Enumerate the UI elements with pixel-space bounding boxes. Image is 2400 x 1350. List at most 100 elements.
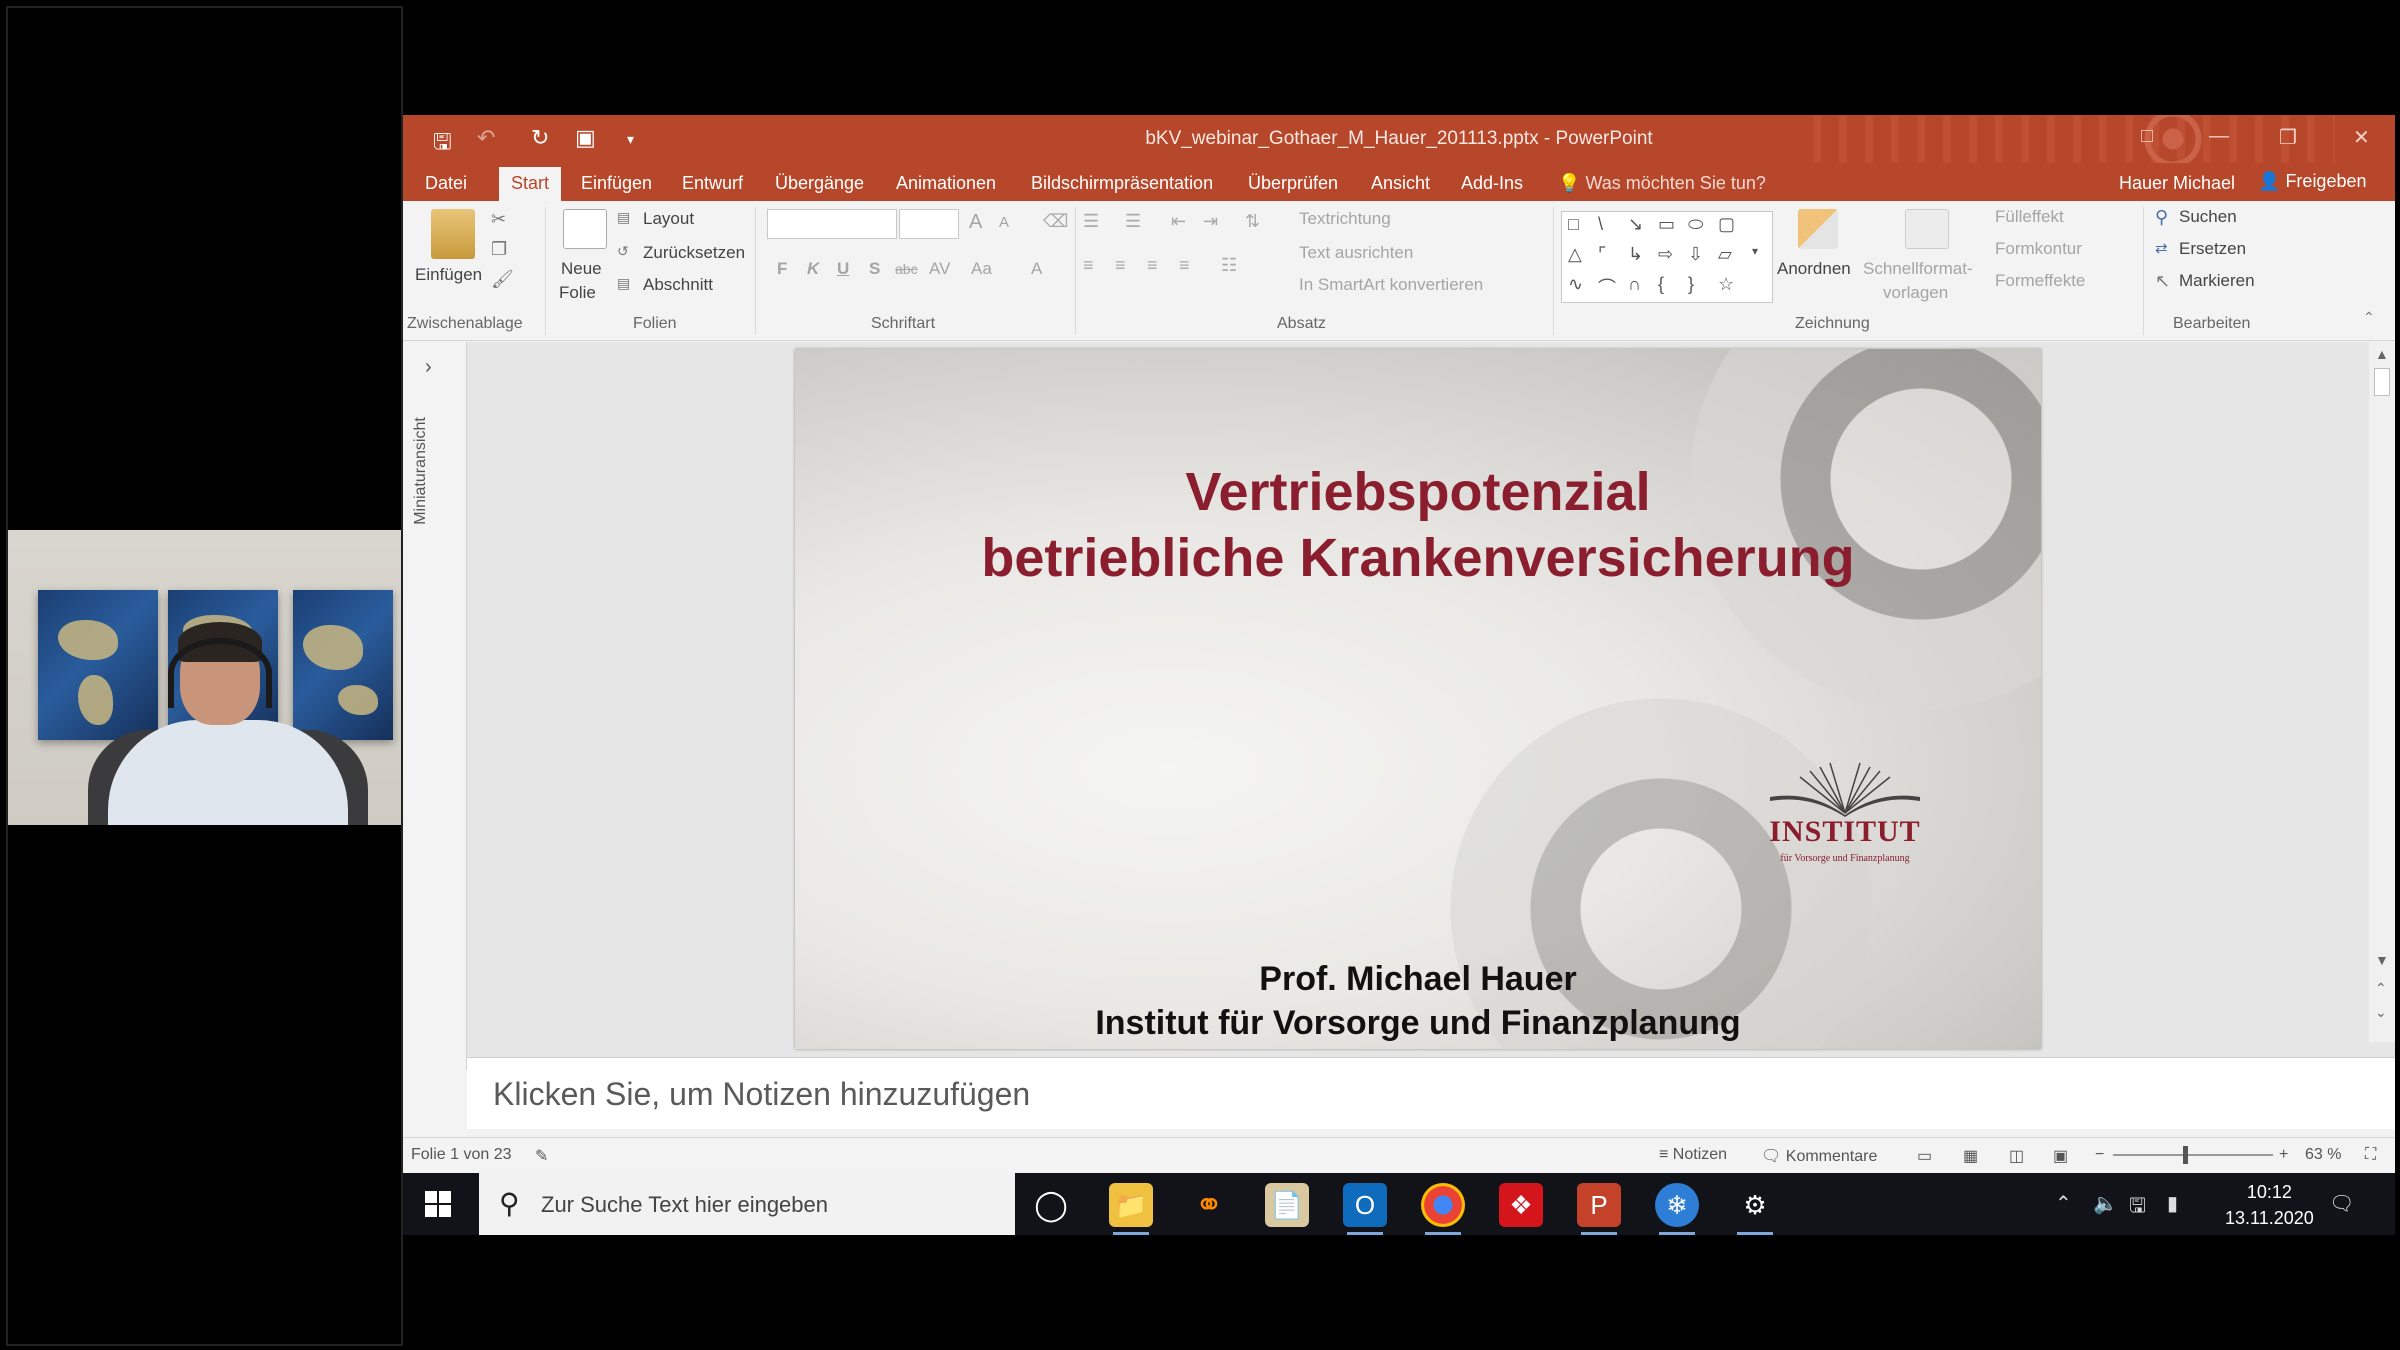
quick-styles-label-2[interactable]: vorlagen — [1883, 283, 1948, 303]
windows-start-icon[interactable] — [425, 1191, 451, 1217]
tab-einfuegen[interactable]: Einfügen — [581, 173, 652, 194]
align-left-icon[interactable]: ≡ — [1083, 255, 1094, 276]
slide-subtitle[interactable]: Prof. Michael Hauer Institut für Vorsorg… — [795, 957, 2041, 1045]
new-slide-label-2[interactable]: Folie — [559, 283, 596, 303]
shadow-button[interactable]: S — [869, 259, 880, 279]
grow-font-button[interactable]: A — [969, 211, 982, 234]
connector-shape-icon[interactable]: ⌜ — [1598, 244, 1606, 265]
next-slide-icon[interactable]: ⌄ — [2375, 1004, 2387, 1021]
text-direction-button[interactable]: Textrichtung — [1299, 209, 1391, 229]
scroll-up-icon[interactable]: ▲ — [2375, 346, 2389, 362]
paste-icon[interactable] — [431, 209, 475, 259]
zoom-slider[interactable] — [2113, 1154, 2273, 1156]
scroll-down-icon[interactable]: ▼ — [2375, 952, 2389, 968]
volume-icon[interactable]: 🔈 — [2093, 1191, 2118, 1216]
freeform-shape-icon[interactable]: ∿ — [1568, 274, 1583, 295]
tab-ueberpruefen[interactable]: Überprüfen — [1248, 173, 1338, 194]
increase-indent-icon[interactable]: ⇥ — [1203, 211, 1218, 232]
numbering-icon[interactable]: ☰ — [1125, 211, 1141, 232]
share-button[interactable]: 👤 Freigeben — [2258, 171, 2367, 192]
font-size-input[interactable] — [899, 209, 959, 239]
underline-button[interactable]: U — [837, 259, 849, 279]
notes-pane[interactable]: Klicken Sie, um Notizen hinzuzufügen — [467, 1057, 2395, 1129]
new-slide-icon[interactable] — [563, 209, 607, 249]
close-icon[interactable]: ✕ — [2353, 125, 2370, 150]
shape-fill-button[interactable]: Fülleffekt — [1995, 207, 2064, 227]
shape-outline-button[interactable]: Formkontur — [1995, 239, 2082, 259]
scroll-thumb[interactable] — [2374, 368, 2390, 396]
triangle-shape-icon[interactable]: △ — [1568, 244, 1582, 265]
char-spacing-button[interactable]: AV — [929, 259, 950, 279]
spellcheck-icon[interactable]: ✎ — [535, 1146, 548, 1166]
tell-me-search[interactable]: 💡 Was möchten Sie tun? — [1558, 173, 1766, 194]
file-explorer-icon[interactable]: 📁 — [1109, 1183, 1153, 1235]
paste-button[interactable]: Einfügen — [415, 265, 482, 285]
shapes-gallery[interactable]: □ \ ↘ ▭ ⬭ ▢ △ ⌜ ↳ ⇨ ⇩ ▱ ∿ ⌒ ∩ { } ☆ ▾ — [1561, 211, 1773, 303]
rectangle-shape-icon[interactable]: ▭ — [1658, 214, 1675, 235]
replace-button[interactable]: Ersetzen — [2179, 239, 2246, 259]
tab-entwurf[interactable]: Entwurf — [682, 173, 743, 194]
justify-icon[interactable]: ≡ — [1179, 255, 1190, 276]
strikethrough-button[interactable]: abc — [895, 261, 918, 277]
clock[interactable]: 10:12 13.11.2020 — [2225, 1179, 2314, 1231]
notes-toggle[interactable]: ≡ Notizen — [1659, 1146, 1727, 1164]
notes-app-icon[interactable]: 📄 — [1265, 1183, 1309, 1227]
bullets-icon[interactable]: ☰ — [1083, 211, 1099, 232]
format-painter-icon[interactable]: 🖌 — [491, 269, 514, 290]
textbox-shape-icon[interactable]: □ — [1568, 214, 1579, 235]
right-arrow-shape-icon[interactable]: ⇨ — [1658, 244, 1673, 265]
arrow-line-shape-icon[interactable]: ↘ — [1628, 214, 1643, 235]
quick-styles-icon[interactable] — [1905, 209, 1949, 249]
comments-toggle[interactable]: 🗨 Kommentare — [1761, 1146, 1877, 1166]
brace-left-shape-icon[interactable]: { — [1658, 274, 1664, 295]
fit-to-window-icon[interactable]: ⛶ — [2365, 1146, 2376, 1164]
brace-right-shape-icon[interactable]: } — [1688, 274, 1694, 295]
maximize-icon[interactable]: ❐ — [2279, 125, 2297, 150]
collapse-ribbon-icon[interactable]: ⌃ — [2363, 309, 2375, 326]
cut-icon[interactable]: ✂ — [491, 209, 506, 230]
rounded-rect-shape-icon[interactable]: ▢ — [1718, 214, 1735, 235]
slide-title[interactable]: Vertriebspotenzial betriebliche Krankenv… — [795, 459, 2041, 591]
chrome-icon[interactable] — [1421, 1183, 1465, 1235]
notification-center-icon[interactable]: 🗨 — [2329, 1191, 2354, 1216]
shrink-font-button[interactable]: A — [999, 214, 1009, 231]
tab-start[interactable]: Start — [499, 167, 562, 201]
slideshow-view-icon[interactable]: ▣ — [2053, 1146, 2068, 1166]
tray-chevron-icon[interactable]: ⌃ — [2055, 1191, 2072, 1216]
tab-bildschirmpraesentation[interactable]: Bildschirmpräsentation — [1031, 173, 1213, 194]
clear-format-icon[interactable]: ⌫ — [1043, 211, 1068, 232]
ribbon-options-icon[interactable]: □ — [2141, 125, 2153, 148]
headset-app-icon[interactable]: ⚭ — [1187, 1183, 1231, 1227]
find-button[interactable]: Suchen — [2179, 207, 2237, 227]
copy-icon[interactable]: ❐ — [491, 239, 507, 260]
select-button[interactable]: Markieren — [2179, 271, 2255, 291]
smartart-button[interactable]: In SmartArt konvertieren — [1299, 275, 1483, 295]
powerpoint-icon[interactable]: P — [1577, 1183, 1621, 1235]
font-color-button[interactable]: A — [1031, 259, 1042, 279]
bold-button[interactable]: F — [777, 259, 787, 279]
line-shape-icon[interactable]: \ — [1598, 214, 1603, 235]
tab-animationen[interactable]: Animationen — [896, 173, 996, 194]
arrange-icon[interactable] — [1798, 209, 1838, 249]
italic-button[interactable]: K — [807, 259, 819, 279]
new-slide-label-1[interactable]: Neue — [561, 259, 602, 279]
zoom-level[interactable]: 63 % — [2305, 1146, 2341, 1164]
expand-thumbnails-icon[interactable]: › — [425, 356, 432, 379]
section-button[interactable]: Abschnitt — [643, 275, 713, 295]
previous-slide-icon[interactable]: ⌃ — [2375, 980, 2387, 997]
taskbar-search[interactable]: ⚲ Zur Suche Text hier eingeben — [479, 1173, 1015, 1235]
decrease-indent-icon[interactable]: ⇤ — [1171, 211, 1186, 232]
down-arrow-shape-icon[interactable]: ⇩ — [1688, 244, 1703, 265]
align-text-button[interactable]: Text ausrichten — [1299, 243, 1413, 263]
change-case-button[interactable]: Aa — [971, 259, 992, 279]
tab-ansicht[interactable]: Ansicht — [1371, 173, 1430, 194]
tab-uebergaenge[interactable]: Übergänge — [775, 173, 864, 194]
arc-shape-icon[interactable]: ∩ — [1628, 274, 1641, 295]
columns-icon[interactable]: ☷ — [1221, 255, 1237, 276]
curve-shape-icon[interactable]: ⌒ — [1598, 274, 1616, 300]
outlook-icon[interactable]: O — [1343, 1183, 1387, 1235]
slide-sorter-icon[interactable]: ▦ — [1963, 1146, 1978, 1166]
oval-shape-icon[interactable]: ⬭ — [1688, 214, 1703, 235]
shape-effects-button[interactable]: Formeffekte — [1995, 271, 2085, 291]
reset-button[interactable]: Zurücksetzen — [643, 243, 745, 263]
